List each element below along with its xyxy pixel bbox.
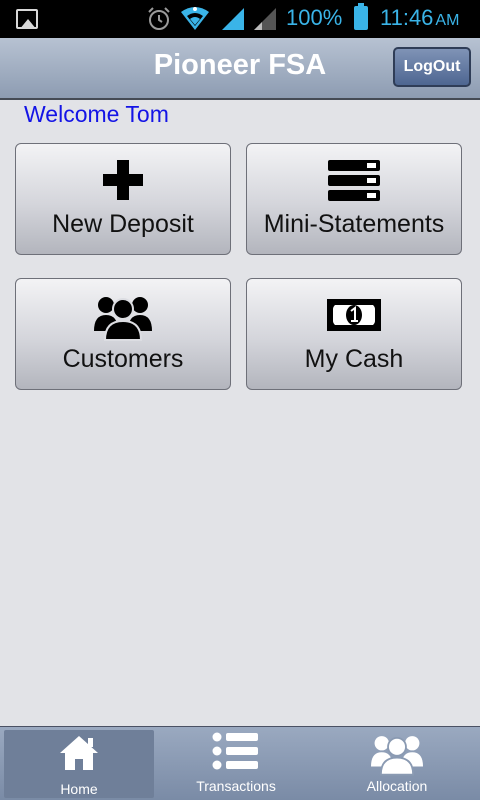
customers-label: Customers xyxy=(62,345,184,373)
bottom-navigation: Home Transactions Allocation xyxy=(0,726,480,800)
battery-icon xyxy=(354,3,368,30)
status-bar: 100% 11:46 AM xyxy=(0,0,480,38)
users-icon xyxy=(322,731,472,776)
clock: 11:46 AM xyxy=(380,5,459,31)
wifi-icon xyxy=(181,7,209,30)
app-header: Pioneer FSA LogOut xyxy=(0,38,480,100)
nav-home[interactable]: Home xyxy=(4,730,154,798)
mini-statements-button[interactable]: Mini-Statements xyxy=(246,143,462,255)
home-icon xyxy=(4,734,154,778)
battery-percentage: 100% xyxy=(286,5,343,30)
nav-allocation[interactable]: Allocation xyxy=(322,727,472,800)
plus-icon xyxy=(16,158,230,204)
nav-transactions[interactable]: Transactions xyxy=(161,727,311,800)
nav-transactions-label: Transactions xyxy=(196,778,276,794)
list-stack-icon xyxy=(247,158,461,204)
gallery-icon xyxy=(16,9,38,29)
new-deposit-label: New Deposit xyxy=(52,210,194,238)
alarm-icon xyxy=(148,7,170,30)
my-cash-button[interactable]: My Cash xyxy=(246,278,462,390)
banknote-icon xyxy=(247,293,461,339)
list-icon xyxy=(161,731,311,775)
my-cash-label: My Cash xyxy=(304,345,404,373)
signal-icon xyxy=(222,8,244,30)
nav-home-label: Home xyxy=(60,781,98,797)
mini-statements-label: Mini-Statements xyxy=(263,210,445,238)
clock-time: 11:46 xyxy=(380,5,434,30)
welcome-message: Welcome Tom xyxy=(24,101,169,127)
nav-allocation-label: Allocation xyxy=(366,778,428,794)
users-icon xyxy=(16,293,230,341)
clock-ampm: AM xyxy=(435,12,460,29)
new-deposit-button[interactable]: New Deposit xyxy=(15,143,231,255)
signal-weak-icon xyxy=(254,8,276,30)
customers-button[interactable]: Customers xyxy=(15,278,231,390)
logout-button[interactable]: LogOut xyxy=(393,47,471,87)
